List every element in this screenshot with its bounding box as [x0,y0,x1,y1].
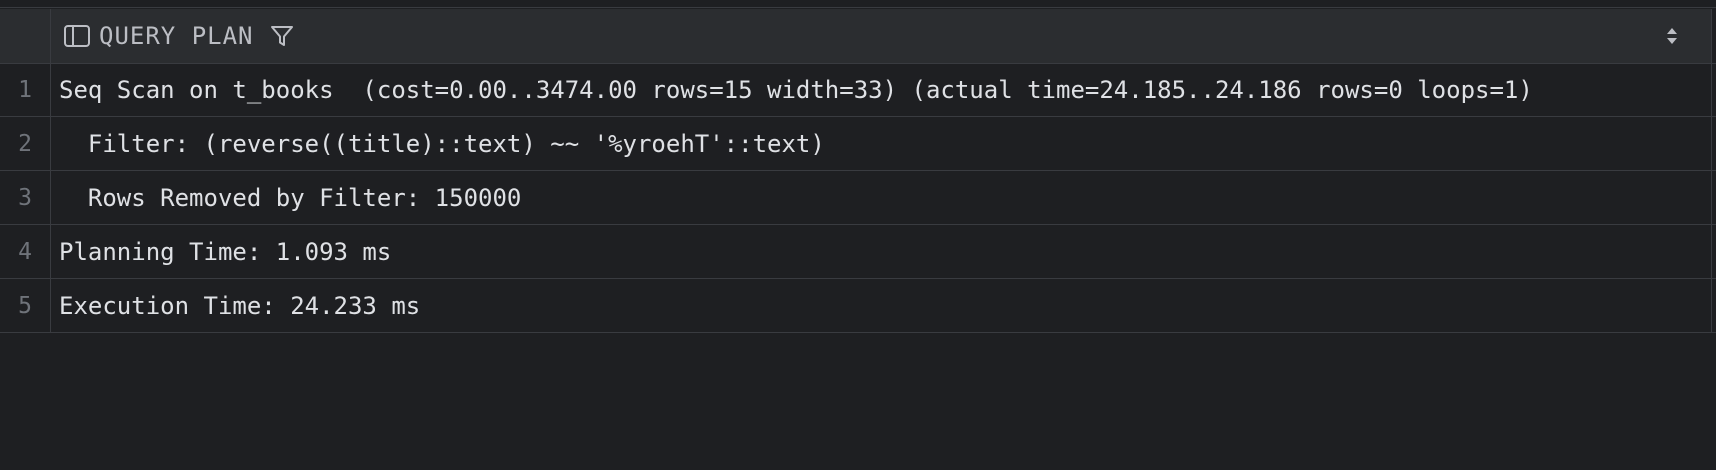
row-number[interactable]: 3 [0,171,51,224]
panel-layout-icon [63,22,91,50]
column-header-query-plan[interactable]: QUERY PLAN [51,9,1712,63]
table-row[interactable]: 3 Rows Removed by Filter: 150000 [0,171,1716,225]
grid-body: 1 Seq Scan on t_books (cost=0.00..3474.0… [0,63,1716,333]
table-row[interactable]: 4 Planning Time: 1.093 ms [0,225,1716,279]
query-plan-cell[interactable]: Planning Time: 1.093 ms [51,225,1712,278]
table-row[interactable]: 5 Execution Time: 24.233 ms [0,279,1716,333]
query-plan-cell[interactable]: Seq Scan on t_books (cost=0.00..3474.00 … [51,64,1712,116]
row-number-header[interactable] [0,9,51,63]
sort-arrows-icon[interactable] [1663,23,1681,49]
row-number[interactable]: 4 [0,225,51,278]
filter-icon[interactable] [268,22,296,50]
query-plan-cell[interactable]: Rows Removed by Filter: 150000 [51,171,1712,224]
query-result-grid: QUERY PLAN 1 Seq Scan on t_books (cost=0… [0,0,1716,470]
table-row[interactable]: 2 Filter: (reverse((title)::text) ~~ '%y… [0,117,1716,171]
row-number[interactable]: 5 [0,279,51,332]
column-title: QUERY PLAN [99,22,254,50]
table-row[interactable]: 1 Seq Scan on t_books (cost=0.00..3474.0… [0,63,1716,117]
query-plan-cell[interactable]: Execution Time: 24.233 ms [51,279,1712,332]
grid-header-row: QUERY PLAN [0,9,1716,63]
row-number[interactable]: 1 [0,64,51,116]
query-plan-cell[interactable]: Filter: (reverse((title)::text) ~~ '%yro… [51,117,1712,170]
row-number[interactable]: 2 [0,117,51,170]
grid-top-border [0,0,1716,8]
